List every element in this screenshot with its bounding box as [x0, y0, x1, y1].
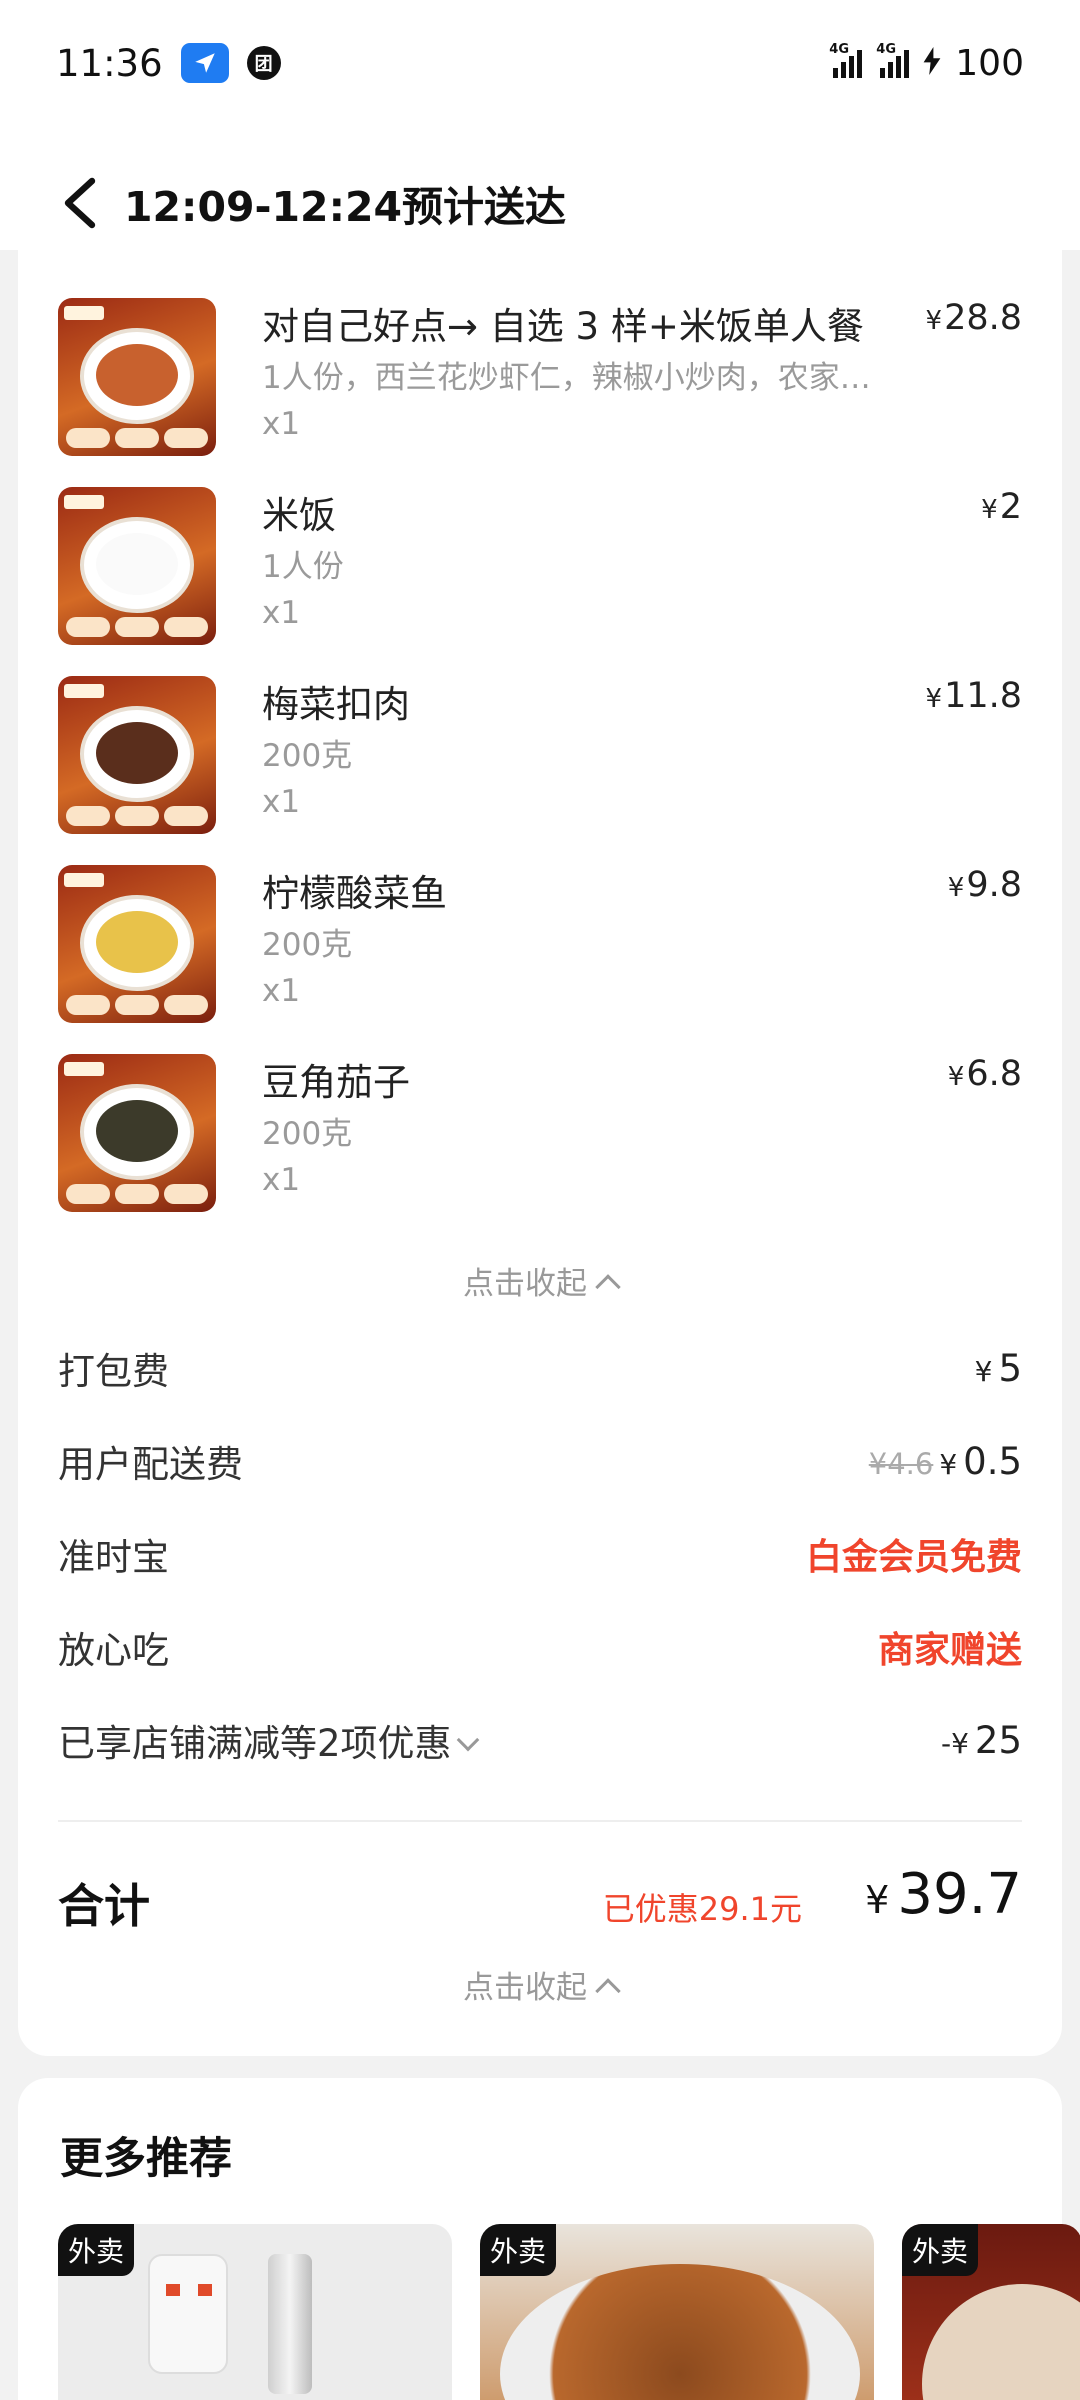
item-image [58, 487, 216, 645]
chevron-up-icon [595, 1978, 621, 2004]
order-item[interactable]: 豆角茄子 200克 x1 ¥6.8 [58, 1054, 1022, 1214]
packing-fee-value: ¥5 [974, 1346, 1022, 1390]
item-desc: 200克 [262, 927, 353, 963]
recommendation-card[interactable]: 外卖 [480, 2224, 874, 2400]
more-recommendations: 更多推荐 外卖 外卖 外卖 [18, 2078, 1080, 2400]
item-name: 米饭 [262, 494, 336, 537]
order-item[interactable]: 对自己好点→ 自选 3 样+米饭单人餐 1人份，西兰花炒虾仁，辣椒小炒肉，农家…… [58, 298, 1022, 458]
collapse-summary-button[interactable]: 点击收起 [18, 1962, 1062, 2007]
discounts-label: 已享店铺满减等2项优惠 [58, 1713, 479, 1767]
saved-amount: 已优惠29.1元 [602, 1890, 802, 1928]
signal-icon: 4G [876, 42, 910, 78]
chevron-down-icon [456, 1728, 479, 1752]
packing-fee-label: 打包费 [58, 1350, 169, 1393]
item-image [58, 865, 216, 1023]
sim2-label: 4G [876, 42, 896, 57]
item-desc: 1人份 [262, 549, 344, 585]
product-image [922, 2284, 1080, 2400]
item-price: ¥2 [981, 487, 1022, 527]
product-image [148, 2254, 228, 2374]
item-price: ¥28.8 [925, 298, 1022, 338]
recommendation-card[interactable]: 外卖 [902, 2224, 1080, 2400]
collapse-label: 点击收起 [463, 1266, 587, 1302]
divider [58, 1820, 1022, 1822]
section-title: 更多推荐 [60, 2134, 232, 2184]
ontime-label: 准时宝 [58, 1536, 169, 1579]
page-title: 12:09-12:24预计送达 [124, 183, 567, 231]
item-image [58, 1054, 216, 1212]
chevron-left-icon [64, 177, 96, 229]
battery-level: 100 [955, 42, 1024, 84]
order-item[interactable]: 梅菜扣肉 200克 x1 ¥11.8 [58, 676, 1022, 836]
product-image [268, 2254, 312, 2394]
order-item[interactable]: 柠檬酸菜鱼 200克 x1 ¥9.8 [58, 865, 1022, 1025]
item-price: ¥6.8 [947, 1054, 1022, 1094]
status-time: 11:36 [56, 41, 163, 85]
delivery-original-price: ¥4.6 [868, 1446, 934, 1481]
collapse-items-button[interactable]: 点击收起 [18, 1258, 1062, 1303]
item-qty: x1 [262, 784, 301, 820]
item-desc: 200克 [262, 1116, 353, 1152]
tuan-app-icon: 团 [246, 46, 281, 80]
top-bar: 11:36 团 4G 4G 100 12:09-12:24预计送达 [0, 0, 1080, 250]
collapse-label: 点击收起 [463, 1970, 587, 2006]
recommendation-card[interactable]: 外卖 [58, 2224, 452, 2400]
takeout-tag: 外卖 [58, 2224, 135, 2276]
total-value: ¥39.7 [865, 1862, 1022, 1927]
item-name: 对自己好点→ 自选 3 样+米饭单人餐 [262, 305, 864, 348]
discounts-row[interactable]: 已享店铺满减等2项优惠 -¥ 25 [58, 1710, 1022, 1770]
order-item[interactable]: 米饭 1人份 x1 ¥2 [58, 487, 1022, 647]
product-image [500, 2264, 860, 2400]
total-label: 合计 [58, 1879, 150, 1933]
item-image [58, 298, 216, 456]
status-bar: 11:36 团 4G 4G 100 [56, 38, 1024, 88]
item-desc: 1人份，西兰花炒虾仁，辣椒小炒肉，农家… [262, 360, 871, 396]
item-name: 柠檬酸菜鱼 [262, 872, 447, 915]
item-image [58, 676, 216, 834]
item-qty: x1 [262, 595, 301, 631]
assurance-label: 放心吃 [58, 1629, 169, 1672]
order-detail-card: 对自己好点→ 自选 3 样+米饭单人餐 1人份，西兰花炒虾仁，辣椒小炒肉，农家…… [18, 200, 1062, 2056]
takeout-tag: 外卖 [480, 2224, 557, 2276]
item-price: ¥9.8 [947, 865, 1022, 905]
item-name: 梅菜扣肉 [262, 683, 410, 726]
charging-icon [923, 43, 941, 84]
item-qty: x1 [262, 406, 301, 442]
delivery-fee-row: 用户配送费 ¥4.6 ¥0.5 [58, 1431, 1022, 1491]
packing-fee-row: 打包费 ¥5 [58, 1338, 1022, 1398]
assurance-value: 商家赠送 [877, 1630, 1022, 1671]
takeout-tag: 外卖 [902, 2224, 979, 2276]
item-name: 豆角茄子 [262, 1061, 410, 1104]
item-price: ¥11.8 [925, 676, 1022, 716]
discounts-value: -¥ 25 [940, 1718, 1022, 1762]
item-qty: x1 [262, 973, 301, 1009]
back-button[interactable] [50, 173, 110, 233]
navigation-icon [180, 43, 229, 83]
delivery-fee-value: ¥4.6 ¥0.5 [868, 1439, 1022, 1483]
chevron-up-icon [595, 1274, 621, 1300]
signal-icon: 4G [829, 42, 863, 78]
item-qty: x1 [262, 1162, 301, 1198]
page-header: 12:09-12:24预计送达 [0, 168, 1080, 238]
assurance-row: 放心吃 商家赠送 [58, 1617, 1022, 1677]
ontime-row: 准时宝 白金会员免费 [58, 1524, 1022, 1584]
sim1-label: 4G [829, 42, 849, 57]
item-desc: 200克 [262, 738, 353, 774]
ontime-value: 白金会员免费 [805, 1537, 1022, 1578]
delivery-fee-label: 用户配送费 [58, 1443, 243, 1486]
